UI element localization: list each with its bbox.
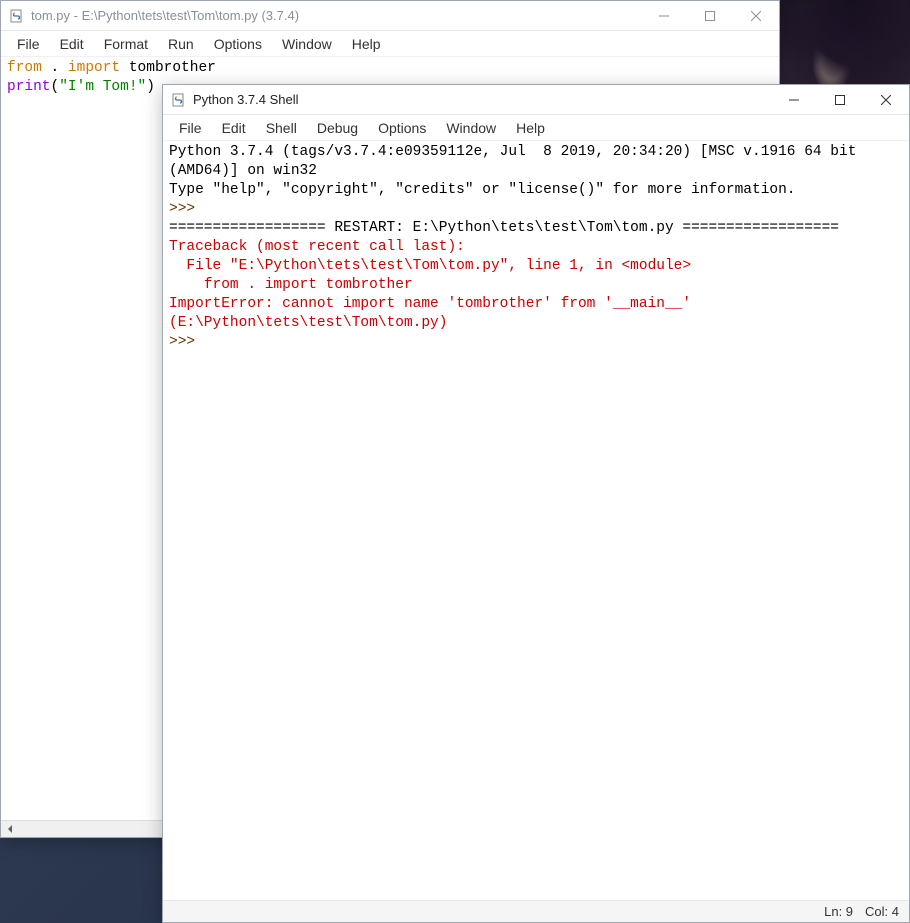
python-idle-icon [171,92,187,108]
editor-menu-file[interactable]: File [7,33,50,55]
shell-minimize-button[interactable] [771,85,817,114]
shell-traceback-file: File "E:\Python\tets\test\Tom\tom.py", l… [169,258,691,274]
editor-menu-format[interactable]: Format [94,33,158,55]
code-token-dot: . [42,60,68,76]
editor-close-button[interactable] [733,1,779,30]
shell-menu-window[interactable]: Window [436,117,506,139]
editor-menu-help[interactable]: Help [342,33,391,55]
shell-menu-options[interactable]: Options [368,117,436,139]
editor-menu-window[interactable]: Window [272,33,342,55]
shell-menu-file[interactable]: File [169,117,212,139]
shell-output-content: Python 3.7.4 (tags/v3.7.4:e09359112e, Ju… [163,141,909,354]
shell-window-title: Python 3.7.4 Shell [193,92,299,107]
shell-banner-line2: Type "help", "copyright", "credits" or "… [169,182,796,198]
code-token-string: "I'm Tom!" [59,79,146,95]
shell-traceback-error: ImportError: cannot import name 'tombrot… [169,296,700,331]
editor-window-title: tom.py - E:\Python\tets\test\Tom\tom.py … [31,8,299,23]
editor-menubar: File Edit Format Run Options Window Help [1,31,779,57]
code-token-print: print [7,79,51,95]
code-token-lparen: ( [51,79,60,95]
editor-scroll-left-button[interactable] [1,821,18,838]
shell-titlebar[interactable]: Python 3.7.4 Shell [163,85,909,115]
shell-status-line: Ln: 9 [824,904,853,919]
shell-output-area[interactable]: Python 3.7.4 (tags/v3.7.4:e09359112e, Ju… [163,141,909,900]
shell-close-button[interactable] [863,85,909,114]
shell-statusbar: Ln: 9 Col: 4 [163,900,909,922]
shell-banner-line1: Python 3.7.4 (tags/v3.7.4:e09359112e, Ju… [169,144,865,179]
shell-traceback-line: from . import tombrother [169,277,413,293]
editor-maximize-button[interactable] [687,1,733,30]
shell-menu-edit[interactable]: Edit [212,117,256,139]
shell-menu-debug[interactable]: Debug [307,117,368,139]
shell-restart-line: ================== RESTART: E:\Python\te… [169,220,839,236]
shell-maximize-button[interactable] [817,85,863,114]
shell-traceback-header: Traceback (most recent call last): [169,239,465,255]
shell-menu-shell[interactable]: Shell [256,117,307,139]
shell-prompt: >>> [169,334,204,350]
editor-minimize-button[interactable] [641,1,687,30]
shell-prompt: >>> [169,201,204,217]
code-token-module: tombrother [120,60,216,76]
code-token-import: import [68,60,120,76]
code-token-from: from [7,60,42,76]
editor-menu-options[interactable]: Options [204,33,272,55]
shell-menubar: File Edit Shell Debug Options Window Hel… [163,115,909,141]
editor-menu-edit[interactable]: Edit [50,33,94,55]
editor-menu-run[interactable]: Run [158,33,204,55]
shell-status-column: Col: 4 [865,904,899,919]
shell-window-controls [771,85,909,114]
code-token-rparen: ) [146,79,155,95]
editor-titlebar[interactable]: tom.py - E:\Python\tets\test\Tom\tom.py … [1,1,779,31]
idle-shell-window: Python 3.7.4 Shell File Edit Shell Debug… [162,84,910,923]
editor-window-controls [641,1,779,30]
python-idle-icon [9,8,25,24]
shell-menu-help[interactable]: Help [506,117,555,139]
